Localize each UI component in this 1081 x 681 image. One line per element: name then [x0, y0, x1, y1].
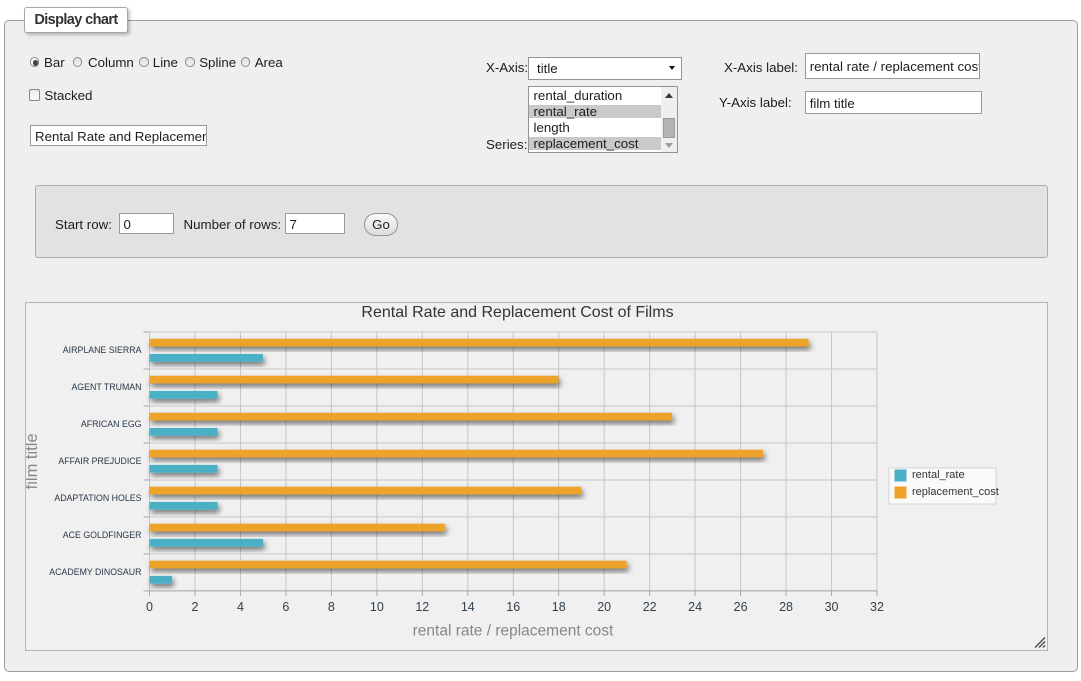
svg-text:26: 26 [734, 600, 748, 614]
svg-text:film title: film title [26, 433, 41, 489]
svg-text:4: 4 [237, 600, 244, 614]
svg-text:ACADEMY DINOSAUR: ACADEMY DINOSAUR [49, 567, 141, 577]
svg-text:ACE GOLDFINGER: ACE GOLDFINGER [63, 530, 142, 540]
svg-text:16: 16 [506, 600, 520, 614]
svg-text:ADAPTATION HOLES: ADAPTATION HOLES [54, 493, 141, 503]
svg-text:14: 14 [461, 600, 475, 614]
svg-text:replacement_cost: replacement_cost [912, 486, 999, 498]
svg-text:28: 28 [779, 600, 793, 614]
svg-text:18: 18 [552, 600, 566, 614]
svg-text:AFRICAN EGG: AFRICAN EGG [81, 419, 142, 429]
svg-text:2: 2 [191, 600, 198, 614]
svg-text:12: 12 [415, 600, 429, 614]
svg-text:AIRPLANE SIERRA: AIRPLANE SIERRA [63, 345, 142, 355]
svg-text:rental rate / replacement cost: rental rate / replacement cost [413, 622, 614, 639]
svg-text:rental_rate: rental_rate [912, 469, 965, 481]
svg-text:AFFAIR PREJUDICE: AFFAIR PREJUDICE [58, 456, 141, 466]
svg-text:0: 0 [146, 600, 153, 614]
svg-text:6: 6 [282, 600, 289, 614]
svg-text:20: 20 [597, 600, 611, 614]
svg-text:Rental Rate and Replacement Co: Rental Rate and Replacement Cost of Film… [361, 304, 673, 321]
svg-text:22: 22 [643, 600, 657, 614]
svg-text:AGENT TRUMAN: AGENT TRUMAN [71, 382, 141, 392]
svg-text:32: 32 [870, 600, 884, 614]
svg-text:24: 24 [688, 600, 702, 614]
svg-text:10: 10 [370, 600, 384, 614]
svg-text:30: 30 [825, 600, 839, 614]
svg-text:8: 8 [328, 600, 335, 614]
